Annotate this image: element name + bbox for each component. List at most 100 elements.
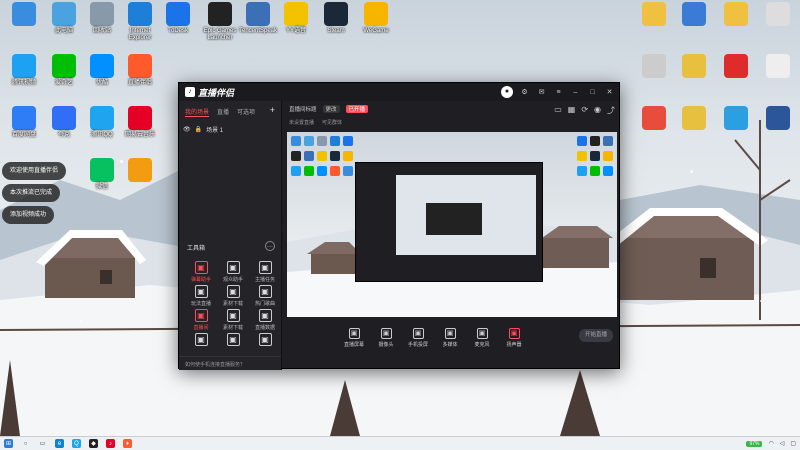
notification-1[interactable]: 欢迎使用直播伴侣: [2, 162, 67, 180]
battery-indicator[interactable]: 97%: [746, 440, 763, 447]
live-preview[interactable]: [287, 132, 617, 317]
desktop-icon[interactable]: [2, 2, 46, 28]
desktop-icon[interactable]: [756, 106, 800, 132]
scene-item[interactable]: 👁 🔒 场景 1: [183, 123, 277, 135]
desktop-icon[interactable]: [632, 106, 676, 132]
speak-icon: [246, 2, 270, 26]
desktop-icon[interactable]: [118, 158, 162, 184]
control-button[interactable]: ▣ 直播屏幕: [341, 328, 367, 348]
desktop-icon-label: ToDesk: [167, 28, 188, 34]
start-icon[interactable]: ⊞: [4, 439, 13, 448]
control-button[interactable]: ▣ 多媒体: [437, 328, 463, 348]
notification-2[interactable]: 本次推流已完成: [2, 184, 61, 202]
control-button[interactable]: ▣ 摄像头: [373, 328, 399, 348]
music-taskbar-icon[interactable]: ♪: [106, 439, 115, 448]
refresh-icon[interactable]: ⟳: [581, 105, 588, 116]
tool-item[interactable]: ▣ 直播间: [187, 309, 215, 331]
tool-item[interactable]: ▣: [187, 333, 215, 348]
desktop-icon[interactable]: 直播伴侣: [118, 54, 162, 87]
notification-3[interactable]: 添加视频成功: [2, 206, 55, 224]
menu-icon[interactable]: ≡: [553, 87, 564, 98]
edge-icon[interactable]: e: [55, 439, 64, 448]
tool-item[interactable]: ▣ 观众助手: [219, 261, 247, 283]
tool-item[interactable]: ▣ 素材下载: [219, 285, 247, 307]
grid-icon[interactable]: ▦: [568, 105, 576, 116]
notification-tray-icon[interactable]: ▢: [790, 440, 796, 447]
desktop-icon[interactable]: [756, 54, 800, 80]
status-bar: [283, 358, 621, 370]
desktop-icon-label: 网易云音乐: [124, 132, 155, 138]
preview-mini-icon: [590, 136, 600, 146]
desktop-icon-label: WeGame: [363, 28, 389, 34]
desktop-icon[interactable]: [632, 54, 676, 80]
tab-live[interactable]: 直播: [217, 107, 229, 117]
item-icon: ▣: [258, 333, 272, 346]
barrage-icon: ▣: [194, 261, 208, 274]
preview-mini-icon: [317, 136, 327, 146]
close-icon[interactable]: ✕: [604, 87, 615, 98]
more-icon[interactable]: …: [265, 241, 275, 251]
tool-item[interactable]: ▣ 直播数据: [251, 309, 279, 331]
volume-icon[interactable]: ◉: [594, 105, 601, 116]
layout-icon[interactable]: ▭: [554, 105, 562, 116]
edit-button[interactable]: 更改: [322, 105, 340, 113]
tool-item[interactable]: ▣: [251, 333, 279, 348]
desktop-icon[interactable]: Steam: [314, 2, 358, 35]
task-view-icon[interactable]: ▭: [38, 439, 47, 448]
companion-taskbar-icon[interactable]: ♦: [123, 439, 132, 448]
network-icon[interactable]: ◠: [768, 440, 773, 447]
minimize-icon[interactable]: –: [570, 87, 581, 98]
add-scene-icon[interactable]: +: [270, 106, 275, 117]
tool-item[interactable]: ▣ 素材下载: [219, 309, 247, 331]
preview-mini-icon: [603, 151, 613, 161]
companion-icon: [128, 54, 152, 78]
eye-icon[interactable]: 👁: [183, 126, 191, 133]
tab-my-scene[interactable]: 我的场景: [185, 107, 210, 117]
play-icon: ▣: [194, 285, 208, 298]
app-taskbar-icon[interactable]: ◆: [89, 439, 98, 448]
avatar[interactable]: ●: [501, 86, 513, 98]
qq-taskbar-icon[interactable]: Q: [72, 439, 81, 448]
share-icon[interactable]: ⤴: [607, 105, 615, 116]
settings-icon[interactable]: ⚙: [519, 87, 530, 98]
preview-mini-icon: [577, 151, 587, 161]
media-icon: ▣: [444, 328, 456, 339]
start-live-button[interactable]: 开始直播: [579, 329, 613, 342]
tool-item[interactable]: ▣ 热门歌曲: [251, 285, 279, 307]
qq-icon: [90, 106, 114, 130]
tool-item[interactable]: ▣ 玩法直播: [187, 285, 215, 307]
desktop-icon[interactable]: [672, 106, 716, 132]
screen-icon: ▣: [348, 328, 360, 339]
desktop-icon[interactable]: 百度网盘: [2, 106, 46, 139]
control-label: 多媒体: [442, 342, 458, 348]
search-icon[interactable]: ○: [21, 439, 30, 448]
preview-mini-icon: [590, 151, 600, 161]
maximize-icon[interactable]: □: [587, 87, 598, 98]
volume-tray-icon[interactable]: ◁: [780, 440, 785, 447]
tab-options[interactable]: 可选项: [237, 107, 255, 117]
desktop-icon[interactable]: [714, 106, 758, 132]
desktop-icon[interactable]: [756, 2, 800, 28]
message-icon[interactable]: ✉: [536, 87, 547, 98]
tool-item[interactable]: ▣ 弹幕助手: [187, 261, 215, 283]
desktop-icon[interactable]: 网易云音乐: [118, 106, 162, 139]
desktop-icon[interactable]: 腾讯视频: [2, 54, 46, 87]
bottom-hint[interactable]: 如何使手机连接直播服务？: [179, 356, 281, 370]
desktop-icon[interactable]: YY语音: [274, 2, 318, 35]
desktop-icon[interactable]: ToDesk: [156, 2, 200, 35]
desktop-icon[interactable]: [714, 2, 758, 28]
mic-icon: ▣: [476, 328, 488, 339]
tool-item[interactable]: ▣: [219, 333, 247, 348]
control-button[interactable]: ▣ 扬声器: [501, 328, 527, 348]
live-companion-window: ♪ 直播伴侣 ● ⚙ ✉ ≡ – □ ✕ 我的场景 直播 可选项 + 👁 🔒 场…: [178, 82, 621, 370]
desktop-icon[interactable]: [632, 2, 676, 28]
tool-item[interactable]: ▣ 主播任务: [251, 261, 279, 283]
lock-icon[interactable]: 🔒: [195, 126, 202, 133]
desktop-icon[interactable]: [714, 54, 758, 80]
desktop-icon[interactable]: [672, 2, 716, 28]
room-title[interactable]: 直播间标题: [289, 105, 317, 113]
desktop-icon[interactable]: [672, 54, 716, 80]
control-button[interactable]: ▣ 手机投屏: [405, 328, 431, 348]
control-button[interactable]: ▣ 麦克风: [469, 328, 495, 348]
desktop-icon[interactable]: WeGame: [354, 2, 398, 35]
